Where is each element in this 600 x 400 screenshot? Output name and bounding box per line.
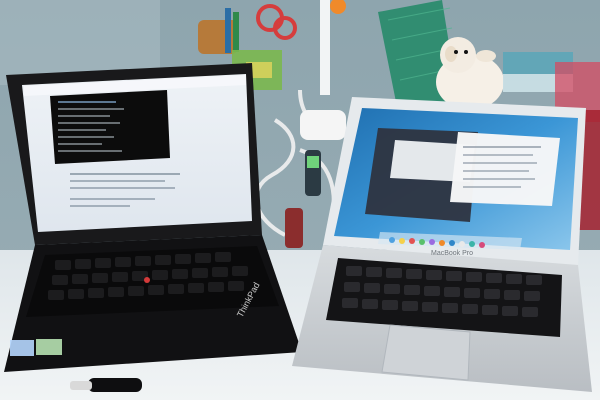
right-laptop-brand: MacBook Pro <box>431 250 473 257</box>
photo-scene: ThinkPad MacBook Pro <box>0 0 600 400</box>
lamp-post <box>320 0 330 95</box>
pen <box>225 8 231 53</box>
left-laptop-sticker <box>10 340 34 356</box>
trackpoint-icon <box>144 277 150 283</box>
left-laptop-sticker <box>36 339 62 355</box>
photo-illustration: ThinkPad MacBook Pro <box>0 0 600 400</box>
pen-cup <box>198 20 238 54</box>
pen <box>233 12 239 52</box>
mac-text-window <box>450 132 560 206</box>
right-laptop-trackpad <box>381 324 471 381</box>
